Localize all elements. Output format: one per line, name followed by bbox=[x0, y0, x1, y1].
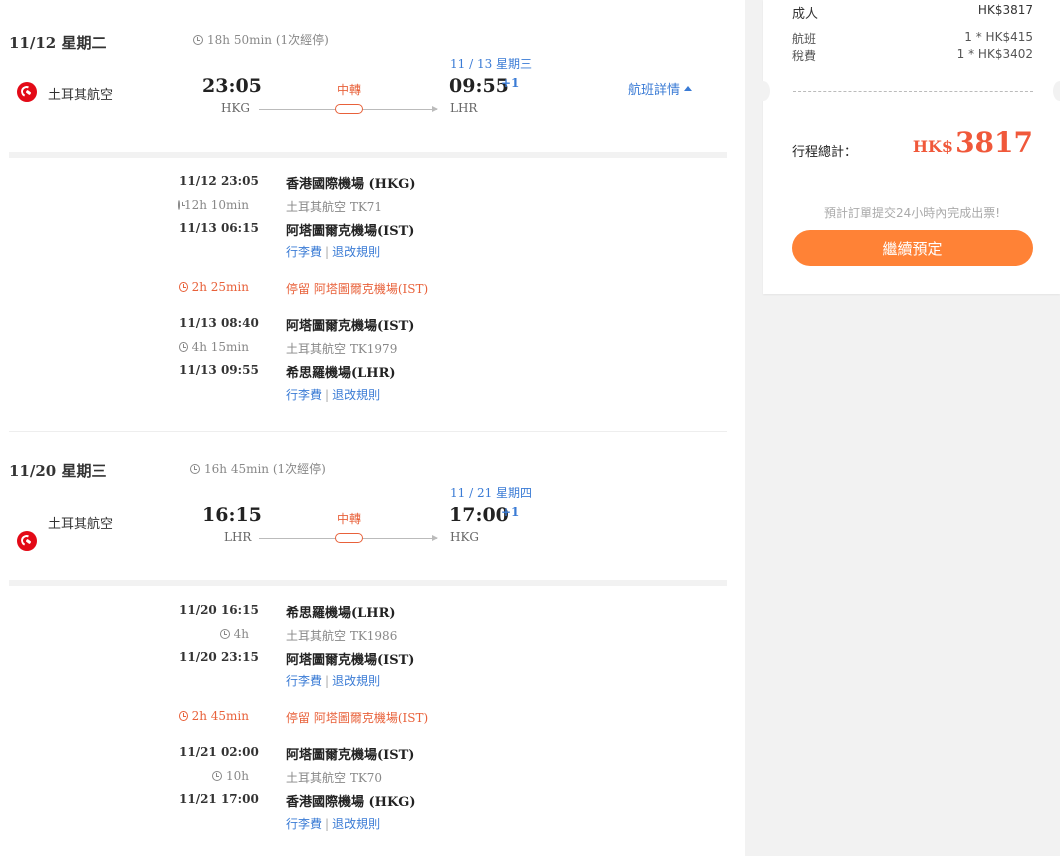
segment-flight: 土耳其航空 TK70 bbox=[286, 771, 383, 785]
baggage-fee-link[interactable]: 行李費 bbox=[286, 674, 322, 688]
segment-arr-time: 11/20 23:15 bbox=[179, 650, 259, 664]
baggage-fee-link[interactable]: 行李費 bbox=[286, 817, 322, 831]
change-rules-link[interactable]: 退改規則 bbox=[332, 388, 380, 402]
change-rules-link[interactable]: 退改規則 bbox=[332, 674, 380, 688]
inbound-arr-code: HKG bbox=[450, 530, 480, 544]
layover-duration: 2h 45min bbox=[179, 709, 249, 723]
flight-details-toggle[interactable]: 航班詳情 bbox=[628, 79, 693, 98]
tax-label: 稅費 bbox=[792, 49, 817, 63]
segment-flight: 土耳其航空 TK1986 bbox=[286, 629, 398, 643]
segment-dep-time: 11/12 23:05 bbox=[179, 174, 259, 188]
total-currency: HK$ bbox=[912, 137, 954, 156]
flight-details-label: 航班詳情 bbox=[628, 83, 681, 98]
ticketing-note: 預計訂單提交24小時內完成出票! bbox=[823, 206, 1001, 220]
segment-links: 行李費 | 退改規則 bbox=[286, 817, 381, 831]
outbound-plus-day: +1 bbox=[501, 76, 520, 90]
segment-links: 行李費 | 退改規則 bbox=[286, 674, 381, 688]
section-divider bbox=[9, 580, 727, 586]
inbound-airline: 土耳其航空 bbox=[48, 517, 114, 532]
section-divider bbox=[9, 152, 727, 158]
price-summary-panel: 成人 HK$3817 航班 1 * HK$415 稅費 1 * HK$3402 … bbox=[756, 0, 1060, 294]
fare-label: 航班 bbox=[792, 32, 817, 46]
total-price: HK$ 3817 bbox=[913, 126, 1033, 159]
fare-value: 1 * HK$415 bbox=[964, 30, 1033, 44]
leg-separator bbox=[9, 431, 727, 432]
ticket-notch-right bbox=[1053, 81, 1060, 101]
outbound-dep-code: HKG bbox=[221, 101, 251, 115]
baggage-fee-link[interactable]: 行李費 bbox=[286, 388, 322, 402]
segment-arr-airport: 阿塔圖爾克機場(IST) bbox=[286, 224, 415, 239]
clock-icon bbox=[179, 282, 188, 292]
inbound-arr-time: 17:00 bbox=[449, 504, 509, 526]
turkish-airlines-logo-icon bbox=[17, 531, 37, 551]
ticket-notch-left bbox=[756, 81, 770, 101]
segment-arr-time: 11/13 09:55 bbox=[179, 363, 259, 377]
segment-duration: 4h 15min bbox=[179, 340, 249, 354]
segment-arr-time: 11/13 06:15 bbox=[179, 221, 259, 235]
inbound-duration-text: 16h 45min (1次經停) bbox=[204, 462, 326, 476]
adult-price: HK$3817 bbox=[977, 3, 1033, 17]
outbound-transfer-label: 中轉 bbox=[337, 83, 362, 97]
outbound-date: 11/12 星期二 bbox=[9, 34, 107, 52]
segment-dep-airport: 香港國際機場 (HKG) bbox=[286, 177, 416, 192]
inbound-date: 11/20 星期三 bbox=[9, 462, 107, 480]
caret-up-icon bbox=[684, 86, 693, 91]
outbound-airline: 土耳其航空 bbox=[48, 88, 114, 103]
clock-icon bbox=[179, 711, 188, 721]
continue-booking-button[interactable]: 繼續預定 bbox=[792, 230, 1033, 266]
inbound-transfer-marker bbox=[335, 533, 363, 543]
segment-flight: 土耳其航空 TK71 bbox=[286, 200, 383, 214]
baggage-fee-link[interactable]: 行李費 bbox=[286, 245, 322, 259]
segment-dep-airport: 希思羅機場(LHR) bbox=[286, 606, 396, 621]
dashed-divider bbox=[793, 91, 1033, 92]
segment-flight: 土耳其航空 TK1979 bbox=[286, 342, 398, 356]
segment-duration: 12h 10min bbox=[177, 198, 249, 212]
change-rules-link[interactable]: 退改規則 bbox=[332, 245, 380, 259]
layover-duration: 2h 25min bbox=[179, 280, 249, 294]
inbound-duration: 16h 45min (1次經停) bbox=[190, 460, 326, 477]
change-rules-link[interactable]: 退改規則 bbox=[332, 817, 380, 831]
inbound-dep-time: 16:15 bbox=[202, 504, 262, 526]
segment-arr-airport: 香港國際機場 (HKG) bbox=[286, 795, 416, 810]
clock-icon bbox=[219, 629, 230, 639]
outbound-dep-time: 23:05 bbox=[202, 75, 262, 97]
outbound-arr-code: LHR bbox=[450, 101, 478, 115]
turkish-airlines-logo-icon bbox=[17, 82, 37, 102]
segment-dep-time: 11/13 08:40 bbox=[179, 316, 259, 330]
tax-value: 1 * HK$3402 bbox=[956, 47, 1033, 61]
segment-links: 行李費 | 退改規則 bbox=[286, 245, 381, 259]
clock-icon bbox=[179, 342, 188, 352]
itinerary-card: 11/12 星期二 18h 50min (1次經停) 土耳其航空 23:05 H… bbox=[0, 0, 745, 856]
inbound-transfer-label: 中轉 bbox=[337, 512, 362, 526]
inbound-arr-date: 11 / 21 星期四 bbox=[450, 486, 533, 500]
segment-arr-airport: 希思羅機場(LHR) bbox=[286, 366, 396, 381]
clock-icon bbox=[177, 200, 185, 210]
clock-icon bbox=[212, 771, 222, 781]
segment-duration: 4h bbox=[179, 627, 249, 641]
segment-arr-airport: 阿塔圖爾克機場(IST) bbox=[286, 653, 415, 668]
outbound-arr-date: 11 / 13 星期三 bbox=[450, 57, 533, 71]
segment-links: 行李費 | 退改規則 bbox=[286, 388, 381, 402]
outbound-transfer-marker bbox=[335, 104, 363, 114]
segment-dep-airport: 阿塔圖爾克機場(IST) bbox=[286, 748, 415, 763]
total-label: 行程總計： bbox=[792, 145, 858, 160]
layover-text: 停留 阿塔圖爾克機場(IST) bbox=[286, 282, 429, 296]
segment-dep-time: 11/21 02:00 bbox=[179, 745, 259, 759]
outbound-duration-text: 18h 50min (1次經停) bbox=[207, 33, 329, 47]
inbound-dep-code: LHR bbox=[224, 530, 252, 544]
inbound-plus-day: +1 bbox=[501, 505, 520, 519]
segment-dep-airport: 阿塔圖爾克機場(IST) bbox=[286, 319, 415, 334]
outbound-duration: 18h 50min (1次經停) bbox=[193, 31, 329, 48]
segment-dep-time: 11/20 16:15 bbox=[179, 603, 259, 617]
outbound-arr-time: 09:55 bbox=[449, 75, 509, 97]
clock-icon bbox=[193, 34, 203, 45]
segment-duration: 10h bbox=[179, 769, 249, 783]
clock-icon bbox=[190, 463, 200, 474]
total-amount: 3817 bbox=[955, 126, 1033, 159]
segment-arr-time: 11/21 17:00 bbox=[179, 792, 259, 806]
layover-text: 停留 阿塔圖爾克機場(IST) bbox=[286, 711, 429, 725]
adult-label: 成人 bbox=[792, 7, 819, 22]
